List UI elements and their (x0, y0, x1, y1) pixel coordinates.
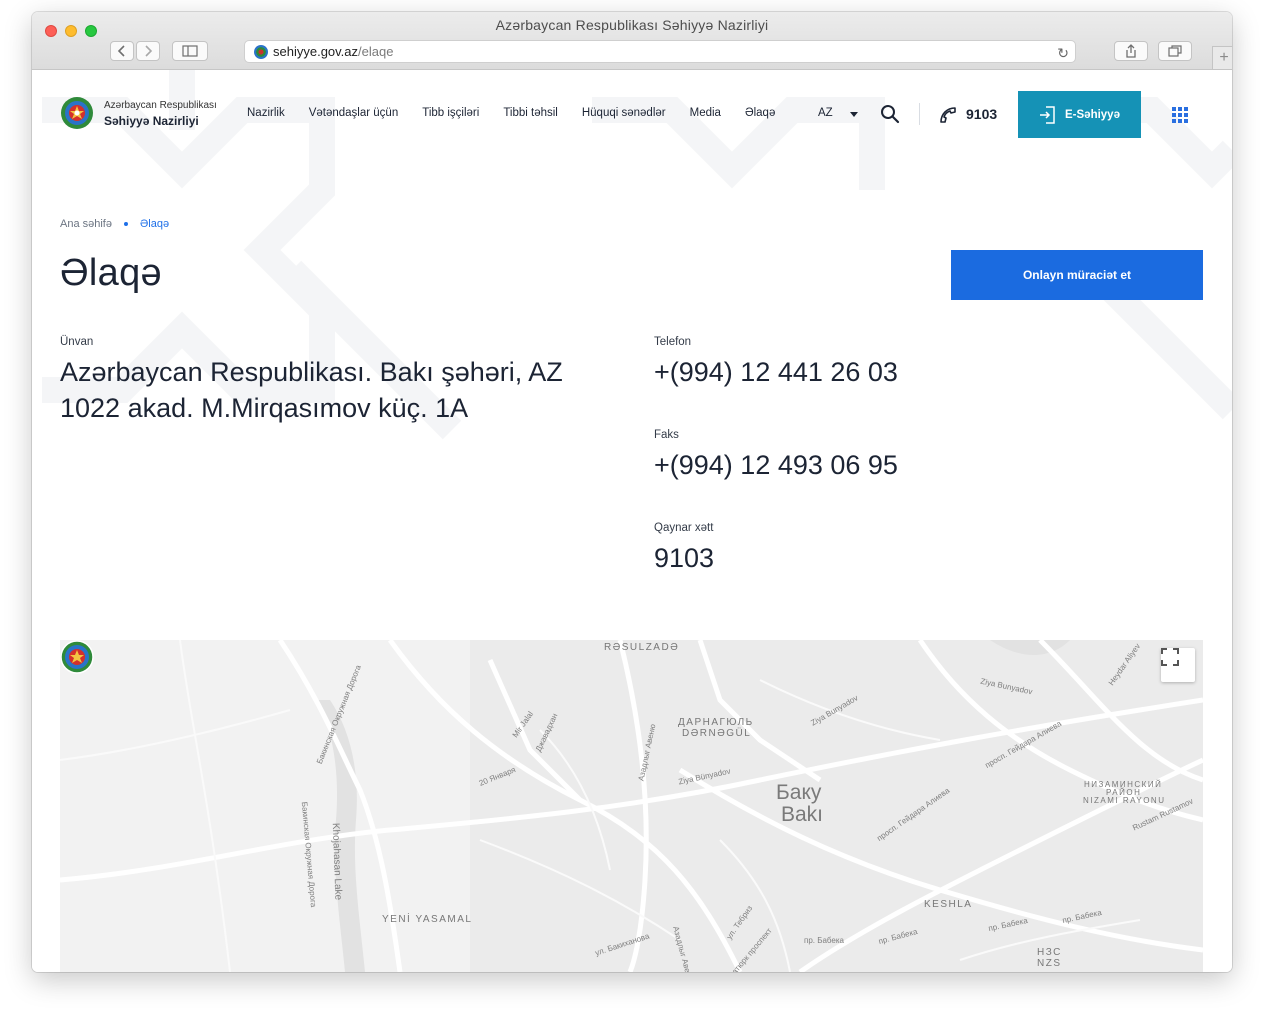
fax-value: +(994) 12 493 06 95 (654, 450, 898, 480)
logo-subtitle: Azərbaycan Respublikası (104, 100, 217, 111)
forward-button[interactable] (136, 41, 160, 61)
location-map[interactable]: RƏSULZADƏ ДАРНАГЮЛЬ DƏRNƏGÜL Баку Bakı Н… (60, 640, 1203, 972)
hotline-number[interactable]: 9103 (966, 106, 997, 122)
menu-item-legal-documents[interactable]: Hüquqi sənədlər (582, 107, 666, 119)
fax-label: Faks (654, 429, 679, 441)
new-tab-button[interactable]: + (1212, 46, 1232, 70)
tabs-overview-button[interactable] (1158, 41, 1192, 61)
logo-title[interactable]: Səhiyyə Nazirliyi (104, 114, 199, 128)
chevron-right-icon (145, 45, 153, 57)
map-district-darnagul-az: DƏRNƏGÜL (682, 728, 752, 739)
chevron-left-icon (117, 45, 125, 57)
breadcrumb-home[interactable]: Ana səhifə (60, 218, 112, 230)
share-icon (1126, 44, 1136, 58)
map-district-nzs-ru: НЗС (1037, 947, 1062, 958)
address-bar[interactable]: sehiyye.gov.az/elaqe ↻ (244, 40, 1076, 63)
window-title: Azərbaycan Respublikası Səhiyyə Nazirliy… (495, 17, 769, 33)
menu-item-contact[interactable]: Əlaqə (745, 107, 775, 119)
state-emblem-icon[interactable] (60, 96, 94, 130)
location-marker-icon[interactable] (60, 640, 94, 676)
map-district-nzs-az: NZS (1037, 958, 1062, 969)
caret-down-icon[interactable] (850, 112, 858, 117)
phone-label: Telefon (654, 336, 692, 348)
map-city-ru: Баку (776, 781, 822, 804)
menu-item-media[interactable]: Media (690, 107, 721, 119)
sidebar-toggle-button[interactable] (172, 41, 208, 61)
phone-value[interactable]: +(994) 12 441 26 03 (654, 354, 898, 390)
map-district-yasamal: YENİ YASAMAL (382, 914, 473, 925)
share-button[interactable] (1114, 41, 1148, 61)
menu-item-medical-education[interactable]: Tibbi təhsil (503, 107, 558, 119)
apps-grid-icon[interactable] (1172, 107, 1188, 123)
map-district-nizami-az: NIZAMI RAYONU (1083, 796, 1166, 805)
web-page: Azərbaycan Respublikası Səhiyyə Nazirliy… (32, 70, 1232, 972)
breadcrumb: Ana səhifə Əlaqə (60, 218, 169, 230)
e-sehiyye-label: E-Səhiyyə (1065, 108, 1120, 121)
map-street: пр. Бабека (804, 936, 844, 945)
map-district-rasulzade: RƏSULZADƏ (604, 642, 680, 653)
menu-item-medical-staff[interactable]: Tibb işçiləri (422, 107, 479, 119)
e-sehiyye-button[interactable]: E-Səhiyyə (1018, 91, 1141, 138)
fullscreen-button[interactable] (1161, 648, 1195, 682)
address-label: Ünvan (60, 336, 94, 348)
back-button[interactable] (110, 41, 134, 61)
address-line-1: Azərbaycan Respublikası. Bakı şəhəri, AZ (60, 357, 563, 387)
hotline-value[interactable]: 9103 (654, 540, 714, 576)
url-path: /elaqe (358, 44, 394, 59)
breadcrumb-separator (123, 222, 128, 226)
browser-window: Azərbaycan Respublikası Səhiyyə Nazirliy… (32, 12, 1232, 972)
tabs-icon (1168, 45, 1182, 57)
phone-icon (940, 107, 956, 123)
hotline-label: Qaynar xətt (654, 522, 714, 534)
page-title: Əlaqə (60, 252, 162, 294)
reload-icon[interactable]: ↻ (1057, 43, 1069, 64)
address-line-2: 1022 akad. M.Mirqasımov küç. 1A (60, 393, 469, 423)
menu-item-nazirlik[interactable]: Nazirlik (247, 107, 285, 119)
map-city-az: Bakı (781, 803, 824, 826)
fullscreen-icon (1161, 648, 1179, 666)
url-domain: sehiyye.gov.az (273, 44, 359, 59)
online-application-button[interactable]: Onlayn müraciət et (951, 250, 1203, 300)
menu-item-citizens[interactable]: Vətəndaşlar üçün (309, 107, 399, 119)
search-icon[interactable] (880, 104, 900, 124)
sidebar-icon (182, 45, 198, 57)
login-icon (1040, 105, 1055, 124)
site-favicon-icon (254, 45, 268, 59)
breadcrumb-current: Əlaqə (139, 218, 170, 230)
browser-toolbar: Azərbaycan Respublikası Səhiyyə Nazirliy… (32, 12, 1232, 70)
main-menu: Nazirlik Vətəndaşlar üçün Tibb işçiləri … (247, 107, 775, 119)
language-selector[interactable]: AZ (818, 107, 833, 119)
map-district-darnagul-ru: ДАРНАГЮЛЬ (678, 717, 754, 728)
site-header: Azərbaycan Respublikası Səhiyyə Nazirliy… (32, 70, 1232, 162)
map-district-keshla: KESHLA (924, 899, 973, 910)
header-divider (919, 103, 920, 125)
